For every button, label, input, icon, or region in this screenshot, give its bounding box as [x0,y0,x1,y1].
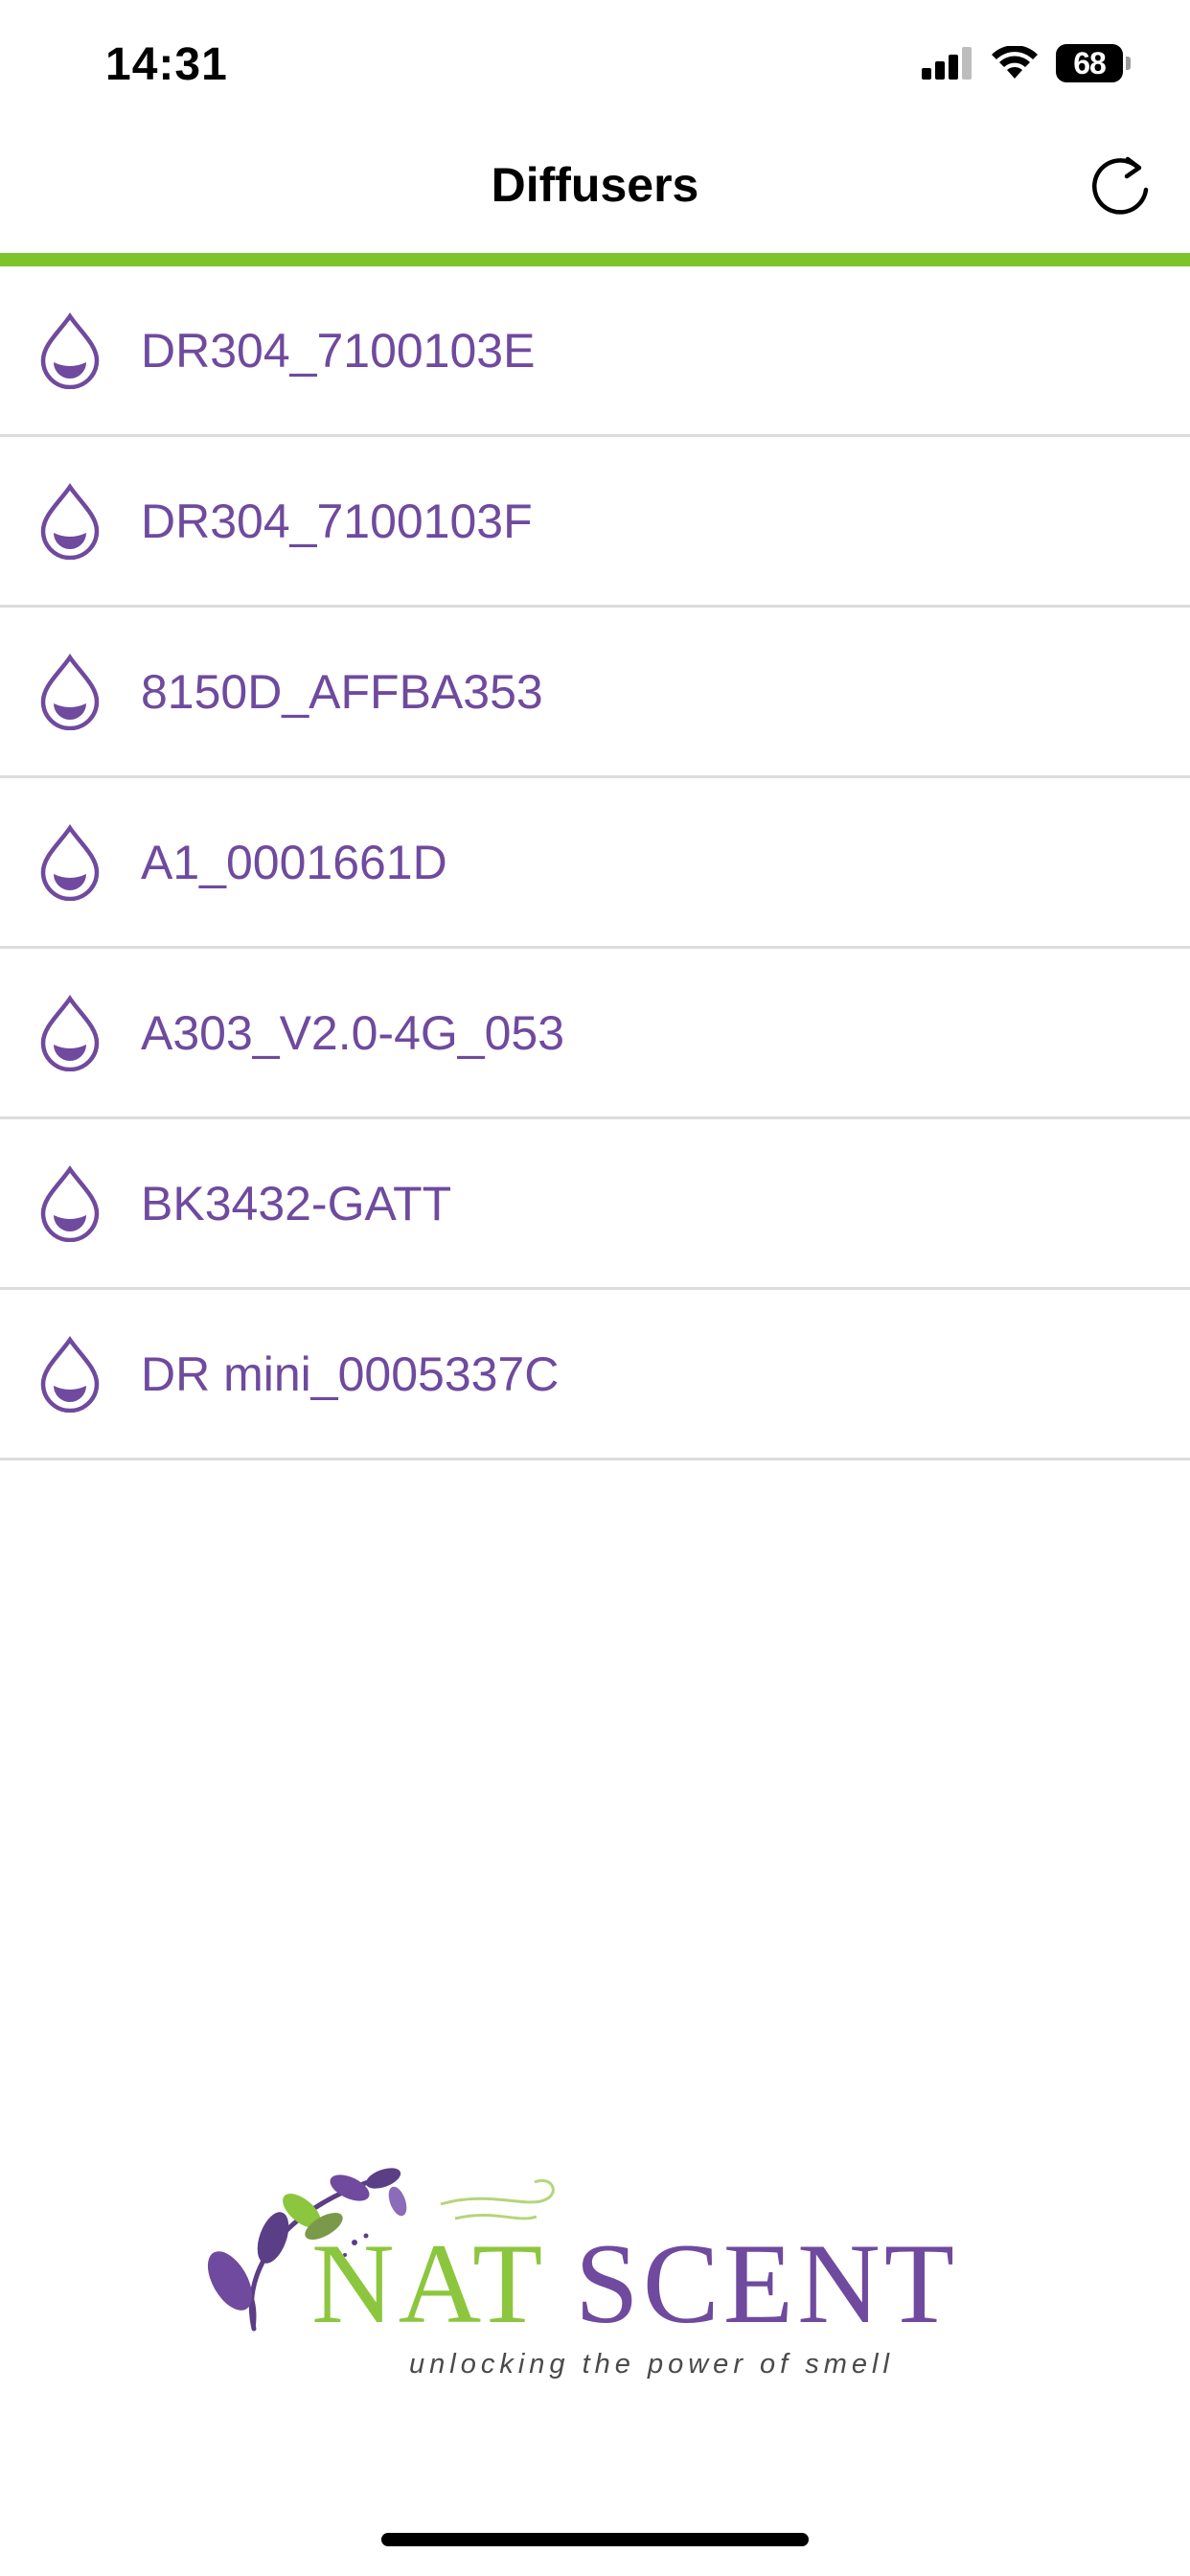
diffusers-screen: 14:31 68 Diffusers DR304_7100103E DR304_… [0,0,1190,2576]
device-row[interactable]: 8150D_AFFBA353 [0,608,1190,778]
device-row[interactable]: DR304_7100103F [0,437,1190,608]
device-name: DR304_7100103E [141,323,536,378]
device-row[interactable]: A1_0001661D [0,778,1190,949]
device-name: BK3432-GATT [141,1176,452,1230]
device-row[interactable]: A303_V2.0-4G_053 [0,949,1190,1119]
device-name: A303_V2.0-4G_053 [141,1005,565,1060]
accent-divider [0,253,1190,266]
droplet-icon [40,482,100,560]
navigation-bar: Diffusers [0,128,1190,253]
device-name: DR304_7100103F [141,494,533,548]
natscent-logo: NAT SCENT unlocking the power of smell [207,2168,958,2380]
droplet-icon [40,311,100,389]
refresh-button[interactable] [1083,150,1157,224]
battery-level: 68 [1073,45,1107,80]
device-row[interactable]: BK3432-GATT [0,1119,1190,1290]
battery-icon: 68 [1056,44,1131,82]
status-time: 14:31 [105,39,228,90]
page-title: Diffusers [491,158,699,212]
device-name: A1_0001661D [141,835,447,889]
droplet-icon [40,1164,100,1242]
status-icons: 68 [922,42,1131,84]
droplet-icon [40,653,100,730]
logo-brand-scent: SCENT [575,2220,958,2347]
logo-tagline: unlocking the power of smell [409,2349,894,2380]
refresh-icon [1091,156,1149,215]
signal-icon [922,47,972,80]
droplet-icon [40,1335,100,1413]
wifi-icon [992,46,1038,79]
device-name: DR mini_0005337C [141,1346,560,1401]
device-name: 8150D_AFFBA353 [141,664,543,719]
home-indicator[interactable] [381,2533,809,2546]
status-bar: 14:31 68 [0,0,1190,128]
device-row[interactable]: DR mini_0005337C [0,1290,1190,1460]
device-row[interactable]: DR304_7100103E [0,266,1190,437]
device-list: DR304_7100103E DR304_7100103F 8150D_AFFB… [0,266,1190,1460]
droplet-icon [40,994,100,1071]
droplet-icon [40,823,100,901]
logo-brand-nat: NAT [311,2220,546,2347]
